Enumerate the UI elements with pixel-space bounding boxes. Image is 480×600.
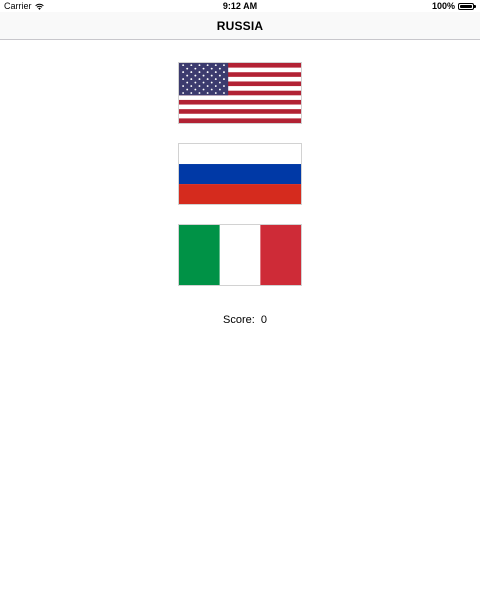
score-label: Score: [223, 314, 255, 326]
nav-title: RUSSIA [216, 19, 264, 33]
flag-button-russia[interactable] [178, 143, 302, 205]
battery-indicator: 100% [432, 0, 476, 12]
flag-button-italy[interactable] [178, 224, 302, 286]
italy-flag-icon [179, 225, 301, 285]
status-bar: Carrier 9:12 AM 100% [0, 0, 480, 12]
score-display: Score: 0 [0, 314, 480, 326]
status-time: 9:12 AM [222, 1, 258, 11]
navigation-bar: RUSSIA [0, 12, 480, 40]
flag-button-us[interactable] [178, 62, 302, 124]
us-flag-icon [179, 63, 301, 123]
score-value: 0 [260, 314, 267, 326]
russia-flag-icon [179, 144, 301, 204]
battery-icon [458, 2, 476, 10]
battery-percent: 100% [431, 1, 455, 11]
